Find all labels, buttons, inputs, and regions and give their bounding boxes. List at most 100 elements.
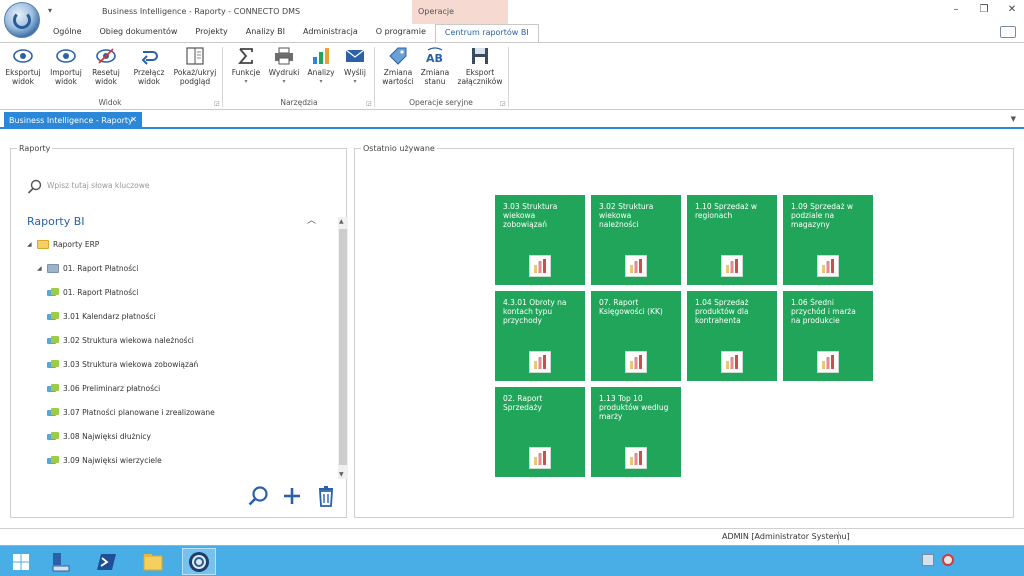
collapse-arrow-icon[interactable]: ◢ [27,241,37,248]
taskbar-server-manager[interactable] [44,548,78,575]
search-icon [27,179,42,194]
toggle-preview-label-1: Pokaż/ukryj [173,68,217,77]
scrollbar-thumb[interactable] [339,229,347,465]
volume-muted-icon[interactable] [942,554,954,566]
export-view-label-1: Eksportuj [5,68,41,77]
tree-item[interactable]: 01. Raport Płatności [47,285,138,299]
group-launcher-icon[interactable]: ◲ [366,100,372,107]
add-report-icon[interactable] [281,485,303,507]
group-launcher-icon[interactable]: ◲ [500,100,506,107]
chevron-up-icon[interactable]: ︿ [307,213,316,226]
import-view-button[interactable]: Importuj widok [48,46,84,86]
scroll-up-icon[interactable]: ▲ [339,218,344,225]
tab-projekty[interactable]: Projekty [186,24,236,42]
search-input[interactable] [47,181,307,190]
group-widok-label: Widok [98,98,122,107]
tree-item-label: 3.06 Preliminarz płatności [63,383,161,393]
close-icon[interactable]: ✕ [1006,4,1018,15]
export-attachments-label-1: Eksport [465,68,495,77]
report-tile[interactable]: 1.04 Sprzedaż produktów dla kontrahenta [687,291,777,381]
reset-view-button[interactable]: Resetuj widok [88,46,124,86]
report-tile[interactable]: 02. Raport Sprzedaży [495,387,585,477]
title-bar: ▾ Business Intelligence - Raporty - CONN… [0,0,1024,38]
app-menu-orb-icon[interactable] [4,2,40,38]
help-icon[interactable] [1000,26,1016,38]
report-tile[interactable]: 1.09 Sprzedaż w podziale na magazyny [783,195,873,285]
reset-view-label-1: Resetuj [92,68,120,77]
minimize-icon[interactable]: – [950,4,962,15]
taskbar-file-explorer[interactable] [136,548,170,575]
tree-item[interactable]: 3.01 Kalendarz płatności [47,309,156,323]
report-icon [47,359,59,369]
tab-obieg-dokumentow[interactable]: Obieg dokumentów [90,24,186,42]
tab-o-programie[interactable]: O programie [367,24,435,42]
tab-list-dropdown-icon[interactable]: ▼ [1011,115,1016,123]
report-tile-label: 1.06 Średni przychód i marża na produkci… [791,298,856,325]
send-button[interactable]: Wyślij ▾ [340,46,370,86]
restore-icon[interactable]: ❐ [978,4,990,15]
delete-report-icon[interactable] [315,485,337,507]
taskbar-powershell[interactable] [90,548,124,575]
export-view-button[interactable]: Eksportuj widok [4,46,42,86]
toggle-preview-button[interactable]: Pokaż/ukryj podgląd [172,46,218,86]
functions-label: Funkcje [231,68,261,77]
document-tab-bi-reports[interactable]: Business Intelligence - Raporty ✕ [4,112,142,129]
search-report-icon[interactable] [247,485,269,507]
analyses-button[interactable]: Analizy ▾ [304,46,338,86]
tree-actions [247,485,337,507]
tree-item[interactable]: ◢ 01. Raport Płatności [37,261,138,275]
tab-centrum-raportow-bi[interactable]: Centrum raportów BI [434,24,539,43]
tree-item[interactable]: 3.06 Preliminarz płatności [47,381,160,395]
preview-pane-icon [184,46,206,66]
eye-icon [12,46,34,66]
send-label: Wyślij [344,68,366,77]
scroll-down-icon[interactable]: ▼ [339,471,344,478]
tab-administracja[interactable]: Administracja [294,24,367,42]
tab-analizy-bi[interactable]: Analizy BI [237,24,294,42]
export-attachments-button[interactable]: Eksport załączników [456,46,504,86]
export-attachments-label-2: załączników [457,77,503,86]
start-button[interactable] [4,548,38,575]
quick-access-dropdown[interactable]: ▾ [48,6,52,15]
switch-view-button[interactable]: Przełącz widok [130,46,168,86]
folder-icon [47,263,59,273]
bar-chart-icon [310,46,332,66]
toggle-preview-label-2: podgląd [179,77,211,86]
tree-item-label: 3.08 Najwięksi dłużnicy [63,431,151,441]
import-view-label-2: widok [55,77,77,86]
chevron-down-icon: ▾ [353,78,357,85]
tree-scrollbar[interactable]: ▲ ▼ [338,217,348,479]
tree-item-label: 01. Raport Płatności [63,263,139,273]
report-tile[interactable]: 4.3.01 Obroty na kontach typu przychody [495,291,585,381]
printouts-button[interactable]: Wydruki ▾ [266,46,302,86]
report-tile[interactable]: 3.03 Struktura wiekowa zobowiązań [495,195,585,285]
tree-item-label: 3.03 Struktura wiekowa zobowiązań [63,359,199,369]
change-state-button[interactable]: AB Zmiana stanu [418,46,452,86]
change-value-button[interactable]: Zmiana wartości [380,46,416,86]
report-tile[interactable]: 07. Raport Księgowości (KK) [591,291,681,381]
tree-item[interactable]: 3.08 Najwięksi dłużnicy [47,429,151,443]
group-narzedzia-label: Narzędzia [280,98,318,107]
report-icon [47,311,59,321]
chart-report-icon [529,447,551,469]
report-tile[interactable]: 1.10 Sprzedaż w regionach [687,195,777,285]
functions-button[interactable]: Funkcje ▾ [228,46,264,86]
tree-item[interactable]: 3.09 Najwięksi wierzyciele [47,453,162,467]
collapse-arrow-icon[interactable]: ◢ [37,265,47,272]
tab-ogolne[interactable]: Ogólne [44,24,90,42]
taskbar-connecto-dms[interactable] [182,548,216,575]
file-explorer-icon [143,553,163,570]
network-icon[interactable] [922,554,934,566]
tag-icon [387,46,409,66]
tree-item[interactable]: 3.07 Płatności planowane i zrealizowane [47,405,215,419]
document-tab-label: Business Intelligence - Raporty [9,116,133,125]
tree-item[interactable]: 3.03 Struktura wiekowa zobowiązań [47,357,198,371]
report-tile[interactable]: 1.06 Średni przychód i marża na produkci… [783,291,873,381]
tree-item[interactable]: ◢ Raporty ERP [27,237,99,251]
close-tab-icon[interactable]: ✕ [130,115,137,124]
windows-logo-icon [13,553,29,570]
report-tile[interactable]: 3.02 Struktura wiekowa należności [591,195,681,285]
group-launcher-icon[interactable]: ◲ [214,100,220,107]
tree-item[interactable]: 3.02 Struktura wiekowa należności [47,333,194,347]
report-tile[interactable]: 1.13 Top 10 produktów według marży [591,387,681,477]
